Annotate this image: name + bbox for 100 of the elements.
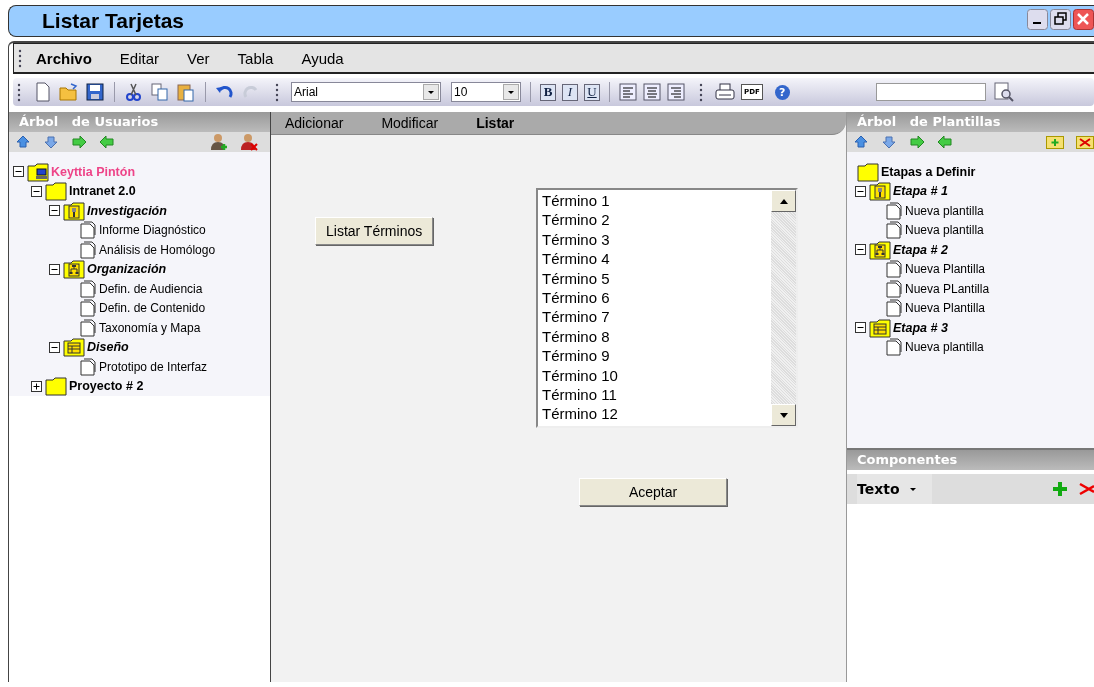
collapse-icon[interactable] [855,185,866,197]
tree-item[interactable]: Nueva Plantilla [905,262,986,277]
tree-folder[interactable]: Etapas a Definir [881,164,976,179]
up-arrow-icon[interactable] [15,134,31,150]
menu-item[interactable]: Ver [179,49,218,67]
down-arrow-icon[interactable] [43,134,59,150]
cut-icon[interactable] [124,82,144,102]
tab[interactable]: Adicionar [285,115,344,131]
right-arrow-icon[interactable] [71,134,87,150]
search-field[interactable] [875,83,986,101]
tree-item[interactable]: Informe Diagnóstico [99,223,206,238]
list-item[interactable]: Término 11 [542,385,767,405]
accept-button[interactable]: Aceptar [579,478,727,506]
left-arrow-icon[interactable] [937,134,953,150]
stage-folder-icon [869,317,891,338]
list-item[interactable]: Término 10 [542,365,767,386]
tree-item[interactable]: Nueva plantilla [905,223,984,238]
menu-item[interactable]: Ayuda [293,49,352,67]
list-terms-button[interactable]: Listar Términos [315,217,434,245]
grip-icon [18,48,22,68]
menu-item[interactable]: Tabla [229,49,282,67]
align-center-icon[interactable] [643,83,661,101]
collapse-icon[interactable] [13,166,24,178]
font-size-dropdown[interactable]: 10 [451,82,521,102]
list-item[interactable]: Término 5 [542,268,767,289]
right-arrow-icon[interactable] [909,134,925,150]
tree-folder[interactable]: Etapa # 2 [893,242,948,257]
list-item[interactable]: Término 6 [542,288,767,308]
font-dropdown[interactable]: Arial [291,82,441,102]
tab[interactable]: Modificar [381,115,439,131]
panel-header: Árbol de Plantillas [847,112,1094,132]
collapse-icon[interactable] [855,322,866,334]
delete-icon[interactable] [1076,133,1094,151]
component-type-dropdown[interactable]: Texto [857,474,932,504]
tree-item[interactable]: Defin. de Contenido [99,301,206,316]
expand-icon[interactable] [31,380,42,392]
cut-icon[interactable] [1078,481,1094,497]
list-item[interactable]: Término 7 [542,307,767,327]
bold-button[interactable]: B [540,83,556,101]
minimize-icon[interactable] [1027,9,1048,30]
tree-folder[interactable]: Proyecto # 2 [69,379,144,394]
list-item[interactable]: Término 2 [542,210,767,230]
tree-item[interactable]: Nueva Plantilla [905,301,986,316]
dropdown-arrow-icon[interactable] [508,90,514,94]
collapse-icon[interactable] [49,263,60,275]
stage-folder-icon [869,239,891,260]
list-item[interactable]: Término 9 [542,346,767,366]
left-arrow-icon[interactable] [99,134,115,150]
help-button[interactable]: ? [774,84,790,100]
collapse-icon[interactable] [49,205,60,217]
folder-icon [45,376,67,397]
menu-item[interactable]: Archivo [28,49,100,67]
save-icon[interactable] [85,82,105,102]
paste-icon[interactable] [176,82,196,102]
scroll-up-button[interactable] [771,190,796,212]
dropdown-arrow-icon[interactable] [428,90,434,94]
tree-item[interactable]: Nueva plantilla [905,203,984,218]
list-item[interactable]: Término 1 [542,191,767,211]
document-icon [79,279,97,298]
print-icon[interactable] [715,82,735,102]
list-item[interactable]: Término 8 [542,326,767,347]
close-icon[interactable] [1073,9,1094,30]
scroll-bar[interactable] [771,190,796,426]
tree-item[interactable]: Nueva PLantilla [905,281,990,296]
tree-folder[interactable]: Intranet 2.0 [69,184,136,199]
up-arrow-icon[interactable] [853,134,869,150]
down-arrow-icon[interactable] [881,134,897,150]
tree-folder[interactable]: Etapa # 3 [893,320,948,335]
italic-button[interactable]: I [562,83,578,101]
remove-user-icon[interactable] [240,133,258,151]
align-left-icon[interactable] [619,83,637,101]
new-document-icon[interactable] [33,82,53,102]
collapse-icon[interactable] [49,341,60,353]
list-item[interactable]: Término 12 [542,404,767,424]
tree-folder[interactable]: Diseño [87,340,129,355]
tree-item[interactable]: Defin. de Audiencia [99,281,203,296]
document-icon [79,357,97,376]
tree-item[interactable]: Prototipo de Interfaz [99,359,208,374]
tree-folder[interactable]: Investigación [87,203,167,218]
document-icon [79,221,97,240]
restore-icon[interactable] [1050,9,1071,30]
align-right-icon[interactable] [667,83,685,101]
tree-item[interactable]: Análisis de Homólogo [99,242,216,257]
collapse-icon[interactable] [855,244,866,256]
tab[interactable]: Listar [476,115,515,131]
open-folder-icon[interactable] [59,82,79,102]
menu-item[interactable]: Editar [111,49,168,67]
underline-button[interactable]: U [584,83,600,101]
collapse-icon[interactable] [31,185,42,197]
list-item[interactable]: Término 3 [542,229,767,250]
tree-folder[interactable]: Etapa # 1 [893,184,948,199]
tree-folder[interactable]: Organización [87,262,167,277]
terms-listbox[interactable]: Término 1 Término 2 Término 3 Término 4 Término 5 Término 6 Término 7 Término 8 Término 9 Término 10 Término 11 Término 12 [536,188,798,428]
tree-item[interactable]: Taxonomía y Mapa [99,320,201,335]
add-user-icon[interactable] [210,133,228,151]
search-icon[interactable] [993,82,1014,102]
copy-icon[interactable] [150,82,170,102]
tree-item[interactable]: Nueva plantilla [905,340,984,355]
scroll-down-button[interactable] [771,404,796,426]
list-item[interactable]: Término 4 [542,249,767,269]
